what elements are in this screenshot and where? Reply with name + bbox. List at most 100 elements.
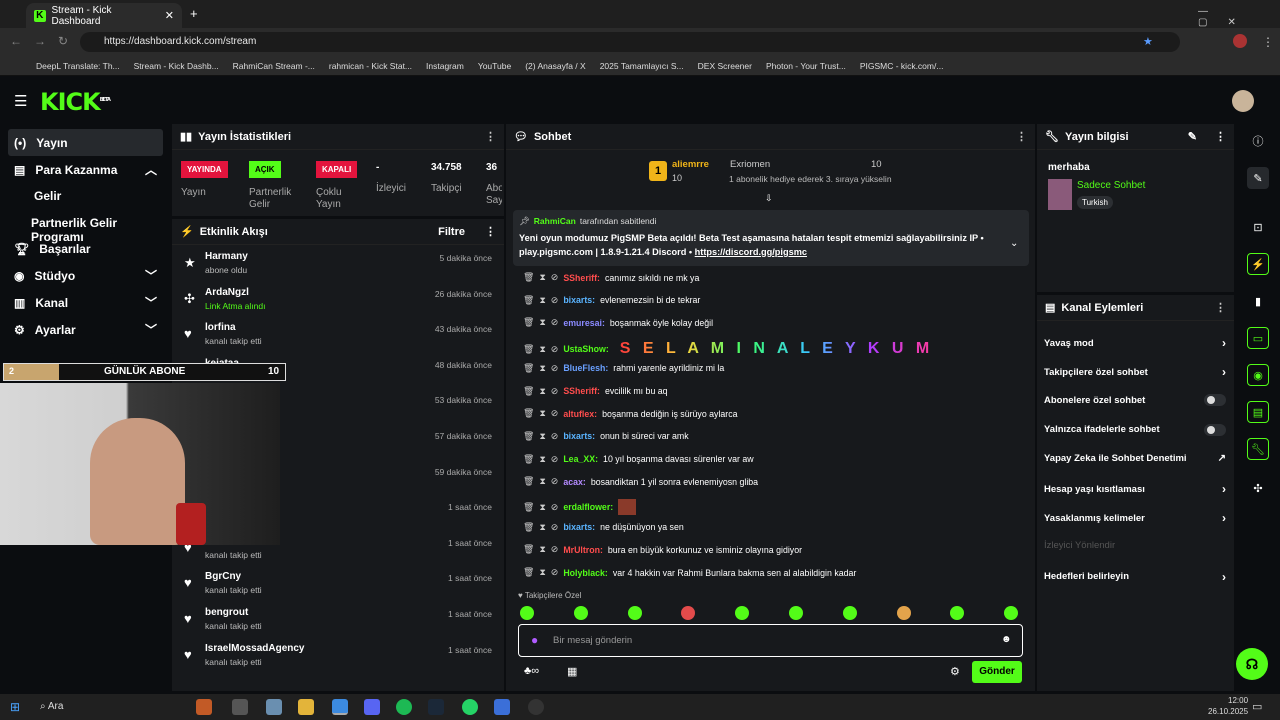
sidebar-item-studio[interactable]: ◉ Stüdyo ﹀ [8, 262, 163, 289]
timeout-icon[interactable]: ⧗ [539, 386, 545, 397]
emote-button[interactable] [681, 606, 696, 620]
channel-action-item[interactable]: Hedefleri belirleyin › [1044, 570, 1226, 584]
system-clock[interactable]: 12:00 26.10.2025 [1208, 695, 1248, 717]
chat-username[interactable]: SSheriff: [563, 273, 600, 283]
bookmark-item[interactable]: YouTube [478, 61, 511, 71]
steam-icon[interactable] [428, 699, 444, 715]
ban-icon[interactable]: ⊘ [551, 502, 559, 513]
sidebar-item-monetize[interactable]: ▤ Para Kazanma ︿ [8, 156, 163, 183]
kick-logo[interactable]: KICKBETA [40, 88, 111, 116]
delete-icon[interactable]: 🗑︎ [523, 476, 534, 487]
chat-username[interactable]: acax: [563, 477, 586, 487]
bookmark-item[interactable]: DEX Screener [698, 61, 752, 71]
more-icon[interactable]: ⋮ [485, 225, 496, 238]
activity-name[interactable]: Harmany [205, 251, 248, 262]
ban-icon[interactable]: ⊘ [551, 386, 559, 397]
delete-icon[interactable]: 🗑︎ [523, 502, 534, 513]
timeout-icon[interactable]: ⧗ [539, 502, 545, 513]
chat-username[interactable]: UstaShow: [563, 344, 608, 354]
bookmark-item[interactable]: PIGSMC - kick.com/... [860, 61, 944, 71]
activity-name[interactable]: lorfina [205, 322, 236, 333]
ban-icon[interactable]: ⊘ [551, 567, 559, 578]
timeout-icon[interactable]: ⧗ [539, 408, 545, 419]
ban-icon[interactable]: ⊘ [551, 522, 559, 533]
delete-icon[interactable]: 🗑︎ [523, 454, 534, 465]
delete-icon[interactable]: 🗑︎ [523, 363, 534, 374]
filter-button[interactable]: Filtre [438, 226, 465, 238]
spotify-icon[interactable] [396, 699, 412, 715]
timeout-icon[interactable]: ⧗ [539, 295, 545, 306]
emote-button[interactable] [789, 606, 803, 620]
broadcast-icon[interactable]: ◉ [1247, 364, 1269, 386]
taskbar-app-icon[interactable] [494, 699, 510, 715]
hamburger-icon[interactable]: ☰ [14, 92, 27, 110]
browser-tab[interactable]: K Stream - Kick Dashboard ✕ [26, 3, 182, 28]
timeout-icon[interactable]: ⧗ [539, 272, 545, 283]
chat-username[interactable]: emuresai: [563, 318, 605, 328]
sidebar-item-achievements[interactable]: 🏆︎ Başarılar [8, 235, 163, 262]
more-icon[interactable]: ⋮ [485, 130, 496, 143]
timeout-icon[interactable]: ⧗ [539, 363, 545, 374]
support-icon[interactable]: ☊ [1236, 648, 1268, 680]
more-icon[interactable]: ⋮ [1215, 130, 1226, 143]
chat-username[interactable]: Lea_XX: [563, 454, 598, 464]
channel-points-icon[interactable]: ♣∞ [524, 665, 539, 677]
emote-button[interactable] [627, 606, 642, 620]
activity-name[interactable]: bengrout [205, 607, 248, 618]
ban-icon[interactable]: ⊘ [551, 295, 559, 306]
chat-settings-icon[interactable]: ⚙ [950, 665, 960, 678]
bookmark-item[interactable]: (2) Anasayfa / X [525, 61, 585, 71]
obs-icon[interactable] [528, 699, 544, 715]
emote-button[interactable] [1004, 606, 1019, 620]
wrench-icon[interactable]: 🔧︎ [1247, 438, 1269, 460]
chat-username[interactable]: BlueFlesh: [563, 363, 608, 373]
second-gifter-name[interactable]: Exriomen [730, 159, 770, 170]
channel-action-item[interactable]: Hesap yaşı kısıtlaması › [1044, 482, 1226, 496]
new-tab-icon[interactable]: + [190, 6, 198, 21]
activity-name[interactable]: ArdaNgzl [205, 287, 249, 298]
menu-icon[interactable]: ⋮ [1262, 35, 1274, 49]
task-view-icon[interactable] [232, 699, 248, 715]
profile-avatar[interactable] [1233, 34, 1247, 48]
channel-action-item[interactable]: Yapay Zeka ile Sohbet Denetimi ↗ [1044, 453, 1226, 464]
category-name[interactable]: Sadece Sohbet [1077, 180, 1145, 191]
delete-icon[interactable]: 🗑︎ [523, 386, 534, 397]
chat-input[interactable]: ● Bir mesaj gönderin ☻ [518, 624, 1023, 657]
file-explorer-icon[interactable] [298, 699, 314, 715]
screen-icon[interactable]: ⊡ [1247, 216, 1269, 238]
emote-button[interactable] [520, 606, 534, 620]
sidebar-item-settings[interactable]: ⚙ Ayarlar ﹀ [8, 316, 163, 343]
url-input[interactable]: https://dashboard.kick.com/stream [80, 32, 1180, 52]
layout-icon[interactable]: ▤ [1247, 401, 1269, 423]
pencil-icon[interactable]: ✎ [1247, 167, 1269, 189]
emote-button[interactable] [950, 606, 965, 620]
chat-username[interactable]: altuflex: [563, 409, 597, 419]
delete-icon[interactable]: 🗑︎ [523, 544, 534, 555]
puzzle-icon[interactable]: ✣ [1247, 477, 1269, 499]
gift-icon[interactable]: ▦ [567, 665, 577, 678]
discord-link[interactable]: https://discord.gg/pigsmc [695, 247, 807, 257]
bookmark-item[interactable]: rahmican - Kick Stat... [329, 61, 412, 71]
edit-icon[interactable]: ✎ [1188, 130, 1197, 143]
emote-button[interactable] [896, 606, 911, 620]
user-avatar[interactable] [1232, 90, 1254, 112]
ban-icon[interactable]: ⊘ [551, 363, 559, 374]
ban-icon[interactable]: ⊘ [551, 431, 559, 442]
chat-username[interactable]: bixarts: [563, 522, 595, 532]
bookmark-item[interactable]: Instagram [426, 61, 464, 71]
more-icon[interactable]: ⋮ [1016, 130, 1027, 143]
taskbar-widget-icon[interactable] [196, 699, 212, 715]
toggle-switch[interactable] [1204, 423, 1226, 436]
delete-icon[interactable]: 🗑︎ [523, 408, 534, 419]
chat-username[interactable]: SSheriff: [563, 386, 600, 396]
clipboard-icon[interactable]: ▮ [1247, 290, 1269, 312]
bookmark-item[interactable]: RahmiCan Stream -... [233, 61, 315, 71]
ban-icon[interactable]: ⊘ [551, 476, 559, 487]
channel-action-item[interactable]: Yalnızca ifadelerle sohbet [1044, 423, 1226, 436]
expand-icon[interactable]: ⌄ [1010, 238, 1018, 249]
emote-button[interactable] [735, 606, 750, 620]
bookmark-item[interactable]: DeepL Translate: Th... [36, 61, 120, 71]
more-icon[interactable]: ⋮ [1215, 301, 1226, 314]
delete-icon[interactable]: 🗑︎ [523, 522, 534, 533]
chat-username[interactable]: erdalflower: [563, 502, 613, 512]
